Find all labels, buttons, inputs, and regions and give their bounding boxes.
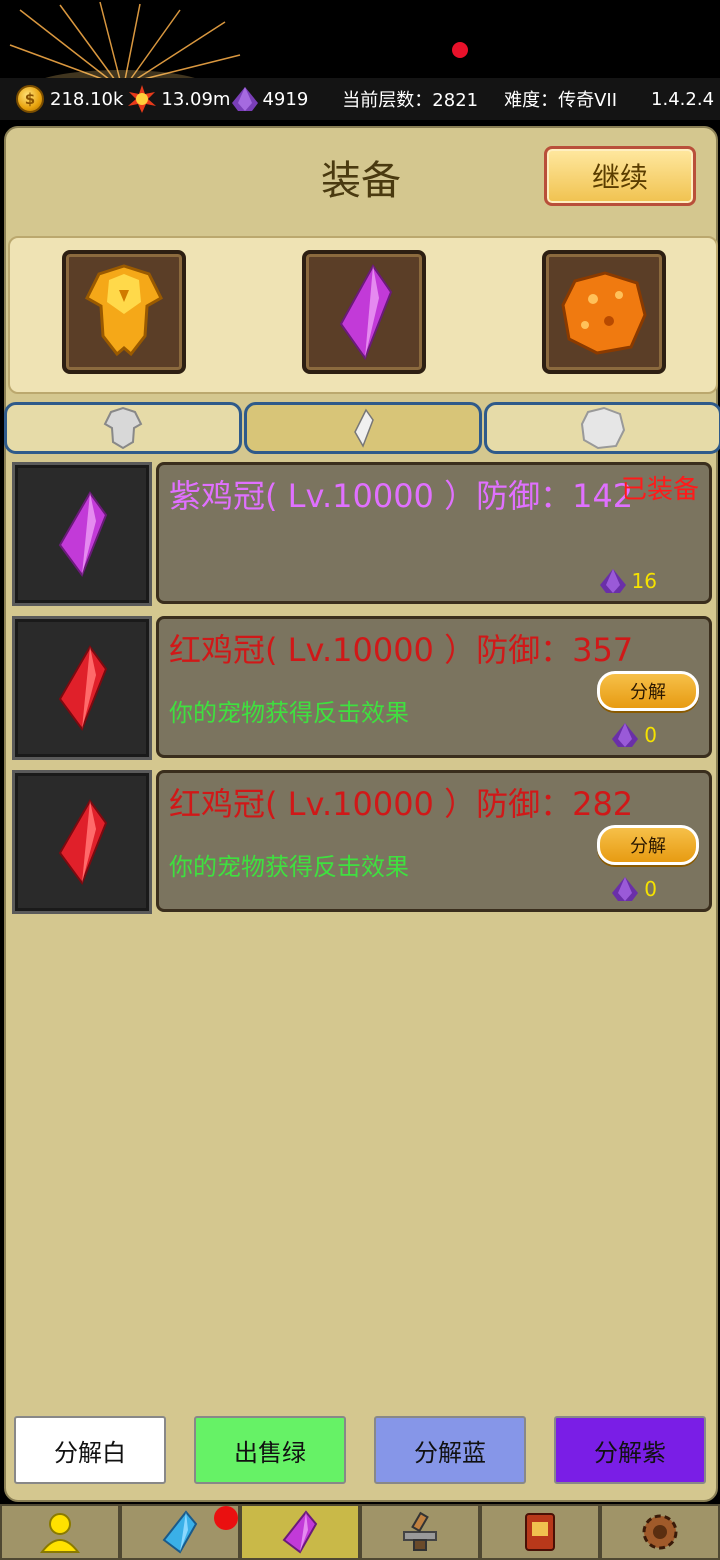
crest-silhouette-icon: [354, 408, 374, 448]
item-icon-frame: [12, 462, 152, 606]
bulk-action-bar: 分解白 出售绿 分解蓝 分解紫: [14, 1416, 714, 1486]
armor-silhouette-icon: [103, 406, 143, 450]
list-item[interactable]: 紫鸡冠( Lv.10000 ）防御：142 已装备 16: [12, 462, 712, 608]
gem-stat: 4919: [230, 85, 308, 113]
equipment-list: 紫鸡冠( Lv.10000 ）防御：142 已装备 16 红鸡冠(Lv.100…: [12, 462, 712, 924]
stone-silhouette-icon: [580, 406, 626, 450]
purple-crest-icon: [58, 491, 108, 578]
fire-stat: 13.09m: [123, 84, 230, 114]
list-item[interactable]: 红鸡冠( Lv.10000 ）防御：357 你的宠物获得反击效果 分解 0: [12, 616, 712, 762]
item-effect: 你的宠物获得反击效果: [169, 699, 409, 727]
floor-label: 当前层数：2821: [342, 90, 479, 111]
tab-crest[interactable]: [244, 402, 482, 454]
book-icon: [525, 1513, 555, 1551]
character-icon: [39, 1513, 81, 1553]
tab-armor[interactable]: [4, 402, 242, 454]
nav-pets[interactable]: [120, 1504, 240, 1560]
item-name: 紫鸡冠( Lv.10000 ）防御：142: [169, 477, 634, 515]
gem-value: 4919: [262, 88, 309, 110]
item-price: 16: [598, 567, 657, 595]
purple-gem-icon: [232, 87, 259, 111]
item-icon-frame: [12, 616, 152, 760]
bottom-nav: [0, 1504, 720, 1560]
price-value: 16: [631, 569, 657, 593]
red-crest-icon: [58, 645, 108, 732]
equipped-badge: 已装备: [620, 475, 699, 505]
gold-value: 218.10k: [50, 88, 124, 110]
list-item[interactable]: 红鸡冠( Lv.10000 ）防御：282 你的宠物获得反击效果 分解 0: [12, 770, 712, 916]
gold-stat: $ 218.10k: [0, 85, 123, 113]
fire-value: 13.09m: [161, 88, 231, 110]
item-price: 0: [610, 875, 657, 903]
blue-gem-icon: [162, 1510, 198, 1554]
sell-green-button[interactable]: 出售绿: [194, 1416, 346, 1484]
item-name: 红鸡冠( Lv.10000 ）防御：282: [169, 785, 634, 823]
fire-burst-icon: [128, 85, 157, 113]
purple-gem-icon: [282, 1510, 318, 1554]
decompose-button[interactable]: 分解: [597, 671, 699, 711]
nav-book[interactable]: [480, 1504, 600, 1560]
gear-icon: [642, 1514, 678, 1550]
purple-gem-icon: [612, 877, 639, 901]
decompose-button[interactable]: 分解: [597, 825, 699, 865]
gold-coin-icon: $: [16, 85, 44, 113]
item-icon-frame: [12, 770, 152, 914]
item-effect: 你的宠物获得反击效果: [169, 853, 409, 881]
nav-equipment[interactable]: [240, 1504, 360, 1560]
notification-dot: [452, 42, 468, 58]
firework-decoration: [0, 0, 260, 90]
difficulty-label: 难度：传奇VII: [504, 90, 618, 111]
resource-bar: $ 218.10k 13.09m 4919 当前层数：2821 难度：传奇VII…: [0, 78, 720, 120]
slot-crest[interactable]: [302, 250, 426, 374]
notification-dot: [214, 1506, 238, 1530]
red-crest-icon: [58, 799, 108, 886]
nav-forge[interactable]: [360, 1504, 480, 1560]
purple-crest-icon: [339, 264, 393, 361]
equipment-panel: 装备 继续 紫鸡冠(Lv.10000 ）防御：142 已装备 16 红鸡冠(…: [2, 126, 720, 1502]
slot-armor[interactable]: [62, 250, 186, 374]
version-label: 1.4.2.4: [651, 88, 715, 110]
decompose-blue-button[interactable]: 分解蓝: [374, 1416, 526, 1484]
gold-armor-icon: [85, 264, 163, 357]
anvil-icon: [403, 1511, 437, 1551]
continue-button[interactable]: 继续: [544, 146, 696, 206]
item-info: 红鸡冠( Lv.10000 ）防御：282 你的宠物获得反击效果 分解 0: [156, 770, 712, 912]
orange-stone-icon: [561, 271, 647, 355]
purple-gem-icon: [612, 723, 639, 747]
item-name: 红鸡冠( Lv.10000 ）防御：357: [169, 631, 634, 669]
slot-accessory[interactable]: [542, 250, 666, 374]
tab-accessory[interactable]: [484, 402, 720, 454]
item-info: 红鸡冠( Lv.10000 ）防御：357 你的宠物获得反击效果 分解 0: [156, 616, 712, 758]
item-info: 紫鸡冠( Lv.10000 ）防御：142 已装备 16: [156, 462, 712, 604]
item-price: 0: [610, 721, 657, 749]
price-value: 0: [644, 877, 657, 901]
decompose-purple-button[interactable]: 分解紫: [554, 1416, 706, 1484]
category-tabs: [2, 402, 720, 454]
decompose-white-button[interactable]: 分解白: [14, 1416, 166, 1484]
nav-character[interactable]: [0, 1504, 120, 1560]
nav-settings[interactable]: [600, 1504, 720, 1560]
purple-gem-icon: [599, 569, 626, 593]
price-value: 0: [644, 723, 657, 747]
equipped-slots: [8, 236, 718, 394]
